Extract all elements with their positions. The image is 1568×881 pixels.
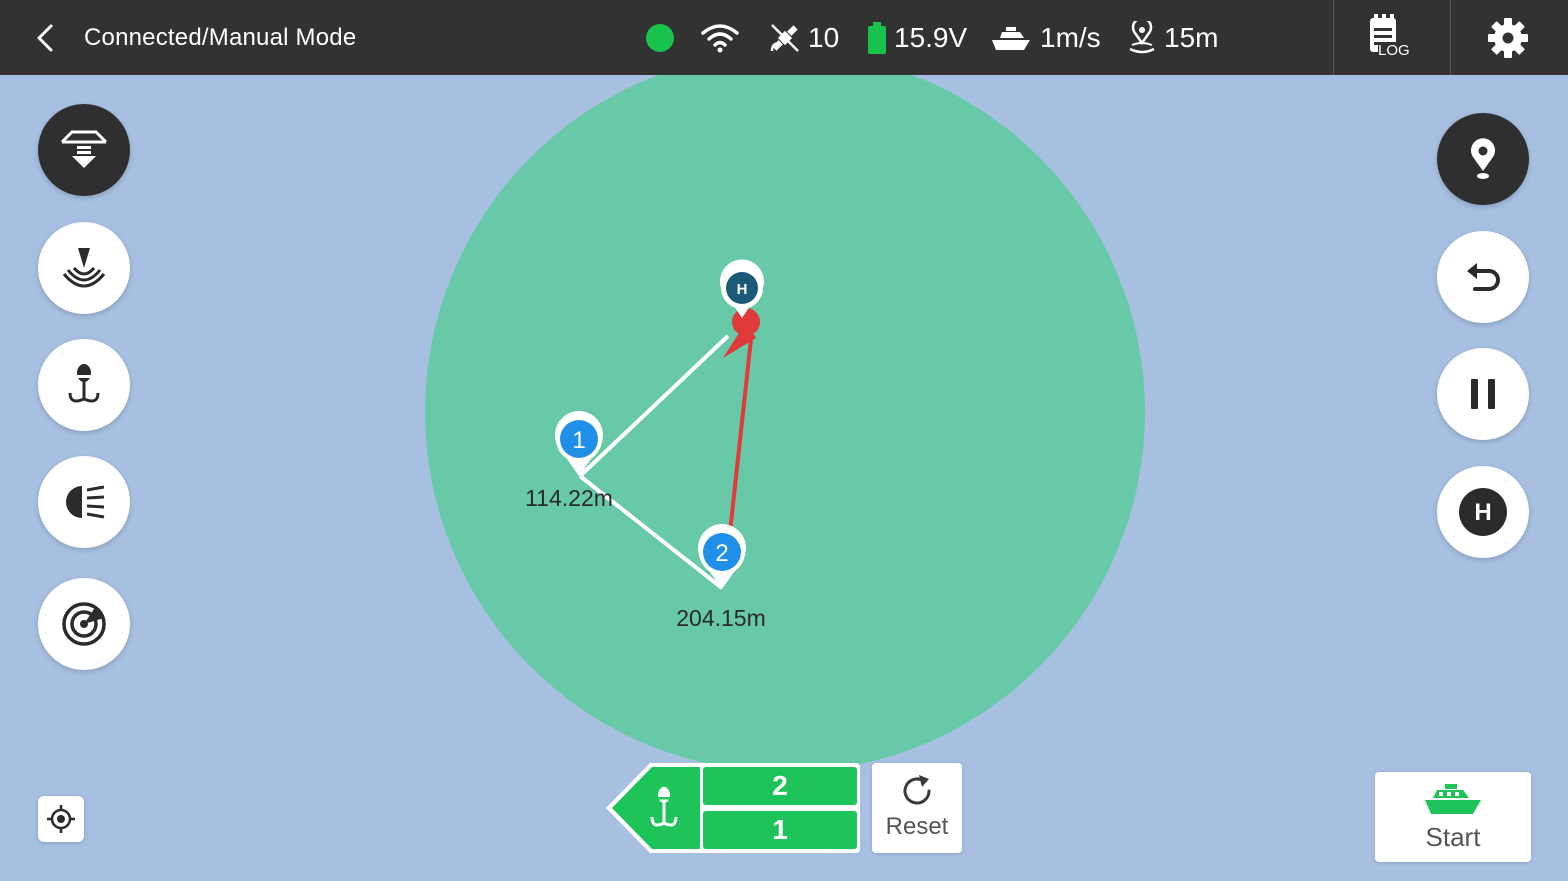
boat-icon: [1425, 784, 1481, 814]
locate-icon: [47, 805, 75, 833]
hook-tab-shape: [606, 763, 702, 853]
hook-count-panel: 2 1: [700, 763, 860, 853]
home-marker-label: H: [737, 281, 748, 298]
undo-icon: [1467, 263, 1500, 291]
headlight-button[interactable]: [38, 456, 130, 548]
start-label: Start: [1425, 822, 1481, 852]
back-icon: [37, 24, 53, 52]
hook-count-bottom[interactable]: 1: [703, 811, 857, 849]
top-bar-divider: [1333, 0, 1334, 75]
range-circle: [425, 52, 1145, 772]
distance-status: 15m: [1126, 20, 1218, 56]
reset-button[interactable]: Reset: [872, 763, 962, 853]
locate-button[interactable]: [38, 796, 84, 842]
boat-speed: 1m/s: [1040, 22, 1101, 53]
battery-icon: [868, 22, 886, 54]
boat-speed-icon: [992, 27, 1030, 50]
bait-drop-icon: [60, 130, 108, 168]
satellite-count: 10: [808, 22, 840, 53]
waypoint-1-label: 1: [572, 427, 585, 454]
hook-count-top[interactable]: 2: [703, 767, 857, 805]
gear-icon: [1488, 18, 1528, 58]
waypoint-2-distance: 204.15m: [676, 605, 766, 631]
headlight-icon: [66, 485, 105, 519]
battery-status: 15.9V: [866, 20, 967, 56]
bait-drop-button[interactable]: [38, 104, 130, 196]
log-label: LOG: [1378, 42, 1410, 59]
satellite-icon: [770, 24, 799, 52]
top-bar: Connected/Manual Mode 10 15.9V 1m/s 15m …: [0, 0, 1568, 75]
add-waypoint-button[interactable]: [1437, 113, 1529, 205]
hook-icon: [68, 364, 100, 403]
undo-button[interactable]: [1437, 231, 1529, 323]
waypoint-1-distance: 114.22m: [525, 485, 613, 511]
hook-release-tab[interactable]: [606, 763, 702, 853]
pause-icon: [1471, 379, 1495, 409]
back-button[interactable]: [28, 20, 64, 56]
connection-status-indicator: [646, 24, 674, 52]
map-view[interactable]: H 1 114.22m 2 204.15m: [0, 0, 1568, 881]
settings-button[interactable]: [1484, 14, 1532, 62]
radar-icon: [62, 602, 106, 646]
start-button[interactable]: Start: [1375, 772, 1531, 862]
speed-status: 1m/s: [990, 20, 1101, 56]
home-distance: 15m: [1164, 22, 1219, 53]
reset-label: Reset: [885, 813, 949, 840]
pause-button[interactable]: [1437, 348, 1529, 440]
log-button[interactable]: LOG: [1358, 12, 1418, 64]
sonar-icon: [62, 248, 106, 288]
radar-button[interactable]: [38, 578, 130, 670]
map-pin-icon: [1471, 138, 1495, 179]
return-home-button[interactable]: H: [1437, 466, 1529, 558]
wifi-icon: [701, 24, 739, 53]
sonar-button[interactable]: [38, 222, 130, 314]
home-icon: H: [1459, 488, 1507, 536]
top-bar-divider-2: [1450, 0, 1451, 75]
hook-button[interactable]: [38, 339, 130, 431]
return-home-label: H: [1474, 499, 1491, 526]
waypoint-2-label: 2: [715, 540, 728, 567]
connection-mode-title: Connected/Manual Mode: [84, 24, 357, 51]
location-distance-icon: [1129, 21, 1155, 54]
reset-icon: [903, 775, 931, 805]
battery-voltage: 15.9V: [894, 22, 968, 53]
satellite-status: 10: [768, 20, 839, 56]
wifi-status: [700, 20, 746, 56]
